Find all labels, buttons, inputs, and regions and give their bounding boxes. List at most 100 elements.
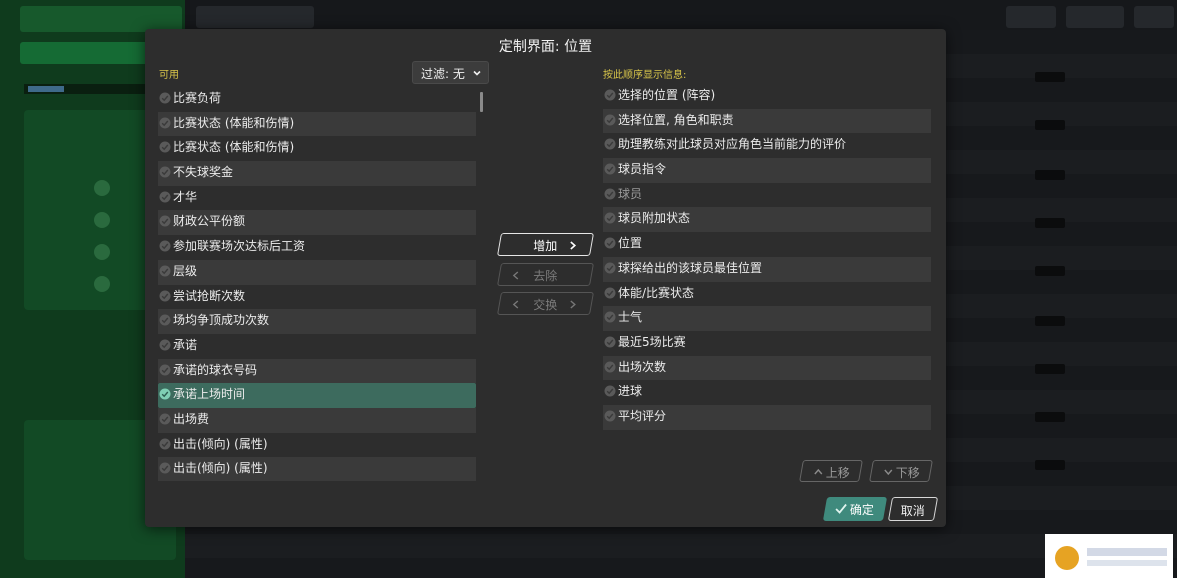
check-circle-icon bbox=[159, 240, 171, 252]
check-circle-icon bbox=[604, 385, 616, 397]
display-list-item[interactable]: 选择的位置 (阵容) bbox=[603, 84, 931, 109]
check-circle-icon bbox=[604, 138, 616, 150]
check-circle-icon bbox=[159, 141, 171, 153]
available-item-label: 比赛状态 (体能和伤情) bbox=[173, 140, 295, 155]
filter-dropdown[interactable]: 过滤: 无 bbox=[412, 61, 489, 84]
available-list-item[interactable]: 承诺的球衣号码 bbox=[158, 358, 476, 384]
list-scrollbar[interactable] bbox=[480, 92, 483, 112]
check-circle-icon bbox=[159, 92, 171, 104]
cancel-button[interactable]: 取消 bbox=[887, 497, 939, 521]
display-list-item[interactable]: 士气 bbox=[603, 306, 931, 331]
display-list-item[interactable]: 位置 bbox=[603, 232, 931, 257]
available-list-item[interactable]: 承诺 bbox=[158, 334, 476, 359]
check-circle-icon bbox=[159, 117, 171, 129]
background-dot bbox=[94, 276, 110, 292]
display-order-label: 按此顺序显示信息: bbox=[603, 70, 687, 81]
check-circle-icon bbox=[159, 339, 171, 351]
display-item-label: 选择位置, 角色和职责 bbox=[618, 112, 734, 127]
check-circle-icon bbox=[159, 265, 171, 277]
background-toolbar-button bbox=[1066, 6, 1124, 28]
check-circle-icon bbox=[604, 287, 616, 298]
available-item-label: 财政公平份额 bbox=[173, 214, 246, 229]
remove-button-label: 去除 bbox=[533, 269, 558, 283]
available-list-item[interactable]: 场均争顶成功次数 bbox=[158, 309, 476, 334]
display-list-item[interactable]: 助理教练对此球员对应角色当前能力的评价 bbox=[603, 133, 931, 158]
check-circle-icon bbox=[604, 311, 616, 323]
add-button[interactable]: 增加 bbox=[496, 233, 595, 256]
check-circle-icon bbox=[159, 364, 171, 376]
background-cell bbox=[1035, 218, 1065, 228]
display-list-item[interactable]: 球员指令 bbox=[603, 158, 931, 183]
swap-button[interactable]: 交换 bbox=[496, 292, 595, 315]
remove-button[interactable]: 去除 bbox=[496, 263, 595, 286]
chevron-down-icon bbox=[473, 70, 481, 76]
display-item-label: 球员附加状态 bbox=[618, 211, 691, 226]
available-item-label: 参加联赛场次达标后工资 bbox=[173, 239, 306, 254]
display-list-item[interactable]: 球探给出的该球员最佳位置 bbox=[603, 256, 931, 282]
background-cell bbox=[1035, 170, 1065, 180]
check-circle-icon bbox=[604, 188, 616, 200]
display-list-item[interactable]: 体能/比赛状态 bbox=[603, 282, 931, 307]
available-list-item[interactable]: 出击(倾向) (属性) bbox=[158, 457, 476, 481]
available-item-label: 比赛负荷 bbox=[173, 91, 222, 105]
display-list-item[interactable]: 平均评分 bbox=[603, 404, 931, 430]
check-circle-icon bbox=[604, 410, 616, 422]
check-circle-icon bbox=[159, 215, 171, 227]
check-circle-icon bbox=[604, 114, 616, 126]
background-cell bbox=[1035, 72, 1065, 82]
filter-label: 过滤: 无 bbox=[421, 67, 465, 81]
available-item-label: 出击(倾向) (属性) bbox=[173, 461, 268, 476]
background-cell bbox=[1035, 316, 1065, 326]
check-circle-icon bbox=[159, 314, 171, 326]
available-columns-list[interactable]: 比赛负荷比赛状态 (体能和伤情) 比赛状态 (体能和伤情) 不失球奖金才华财政公平份… bbox=[158, 87, 476, 481]
move-down-label: 下移 bbox=[895, 466, 920, 480]
background-toolbar-button bbox=[1134, 6, 1174, 28]
move-down-button[interactable]: 下移 bbox=[869, 460, 933, 482]
display-list-item[interactable]: 选择位置, 角色和职责 bbox=[603, 108, 931, 134]
available-item-label: 承诺 bbox=[173, 337, 198, 352]
available-list-item[interactable]: 出击(倾向) (属性) bbox=[158, 433, 476, 458]
available-list-item[interactable]: 承诺上场时间 bbox=[158, 383, 476, 408]
available-list-item[interactable]: 出场费 bbox=[158, 407, 476, 433]
cancel-button-label: 取消 bbox=[900, 504, 925, 518]
available-list-item[interactable]: 层级 bbox=[158, 259, 476, 285]
available-list-item[interactable]: 不失球奖金 bbox=[158, 161, 476, 186]
available-columns-label: 可用 bbox=[159, 70, 179, 81]
display-item-label: 选择的位置 (阵容) bbox=[618, 88, 716, 102]
background-cell bbox=[1035, 364, 1065, 374]
available-list-item[interactable]: 财政公平份额 bbox=[158, 210, 476, 236]
background-dot bbox=[94, 180, 110, 196]
display-columns-list[interactable]: 选择的位置 (阵容) 选择位置, 角色和职责助理教练对此球员对应角色当前能力的评价… bbox=[603, 84, 931, 478]
check-circle-icon bbox=[604, 89, 616, 101]
available-list-item[interactable]: 比赛状态 (体能和伤情) bbox=[158, 136, 476, 161]
check-circle-icon bbox=[159, 166, 171, 178]
available-item-label: 比赛状态 (体能和伤情) bbox=[173, 115, 295, 130]
available-item-label: 出场费 bbox=[173, 411, 210, 426]
display-list-item[interactable]: 出场次数 bbox=[603, 355, 931, 381]
display-item-label: 体能/比赛状态 bbox=[618, 285, 695, 300]
available-list-item[interactable]: 尝试抢断次数 bbox=[158, 285, 476, 310]
display-item-label: 最近5场比赛 bbox=[618, 334, 686, 349]
available-item-label: 出击(倾向) (属性) bbox=[173, 436, 268, 451]
display-list-item[interactable]: 球员 bbox=[603, 183, 931, 208]
display-list-item[interactable]: 进球 bbox=[603, 380, 931, 405]
available-item-label: 才华 bbox=[173, 189, 198, 204]
available-list-item[interactable]: 参加联赛场次达标后工资 bbox=[158, 235, 476, 260]
dialog-title: 定制界面: 位置 bbox=[498, 39, 593, 55]
customize-view-dialog: 定制界面: 位置 可用 过滤: 无 比赛负荷比赛状态 (体能和伤情) 比赛状态 (… bbox=[145, 29, 946, 527]
display-list-item[interactable]: 最近5场比赛 bbox=[603, 331, 931, 356]
available-list-item[interactable]: 比赛负荷 bbox=[158, 87, 476, 112]
chevron-right-icon bbox=[570, 241, 577, 250]
background-cell bbox=[1035, 266, 1065, 276]
available-list-item[interactable]: 比赛状态 (体能和伤情) bbox=[158, 111, 476, 137]
display-list-item[interactable]: 球员附加状态 bbox=[603, 207, 931, 233]
ok-button[interactable]: 确定 bbox=[822, 497, 888, 521]
available-list-item[interactable]: 才华 bbox=[158, 186, 476, 211]
check-circle-icon bbox=[159, 462, 171, 474]
check-circle-icon bbox=[604, 163, 616, 175]
move-up-button[interactable]: 上移 bbox=[799, 460, 863, 482]
display-item-label: 出场次数 bbox=[618, 359, 667, 374]
display-item-label: 士气 bbox=[618, 310, 643, 325]
available-item-label: 场均争顶成功次数 bbox=[173, 313, 270, 328]
chevron-right-icon bbox=[570, 300, 576, 309]
